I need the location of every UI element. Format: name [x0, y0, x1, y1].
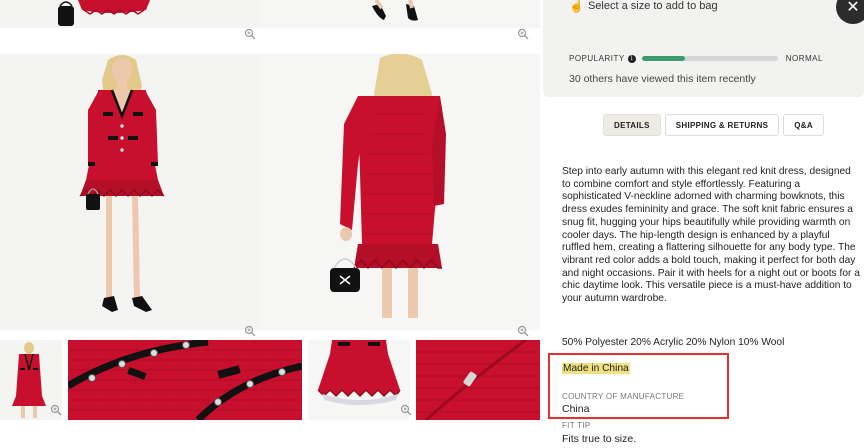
pointing-hand-icon: ☝: [569, 0, 584, 13]
fit-tip-value: Fits true to size.: [562, 433, 637, 445]
close-icon: ✕: [846, 0, 860, 16]
material-composition: 50% Polyester 20% Acrylic 20% Nylon 10% …: [562, 337, 785, 348]
zoom-icon[interactable]: [244, 28, 256, 40]
gallery-image-top-right[interactable]: [262, 0, 540, 28]
country-of-manufacture-label: COUNTRY OF MANUFACTURE: [562, 392, 685, 401]
tab-shipping-returns[interactable]: SHIPPING & RETURNS: [664, 114, 780, 136]
fit-tip-label: FIT TIP: [562, 421, 591, 430]
size-prompt: ☝ Select a size to add to bag: [569, 0, 718, 13]
info-icon[interactable]: i: [627, 54, 636, 63]
popularity-bar: [641, 56, 778, 61]
zoom-icon[interactable]: [517, 325, 529, 337]
zoom-icon[interactable]: [50, 404, 62, 416]
thumbnail-fabric-detail[interactable]: [68, 340, 302, 420]
size-prompt-text: Select a size to add to bag: [587, 0, 718, 12]
made-in-label: Made in China: [562, 363, 630, 374]
product-tabs: DETAILS SHIPPING & RETURNS Q&A: [603, 114, 824, 136]
recent-views-text: 30 others have viewed this item recently: [569, 73, 756, 85]
gallery-image-top-left[interactable]: [0, 0, 262, 28]
popularity-level: NORMAL: [785, 54, 823, 63]
popularity-meter: POPULARITY i NORMAL: [569, 54, 823, 63]
product-info-panel: ☝ Select a size to add to bag ✕ POPULARI…: [540, 0, 864, 448]
country-of-manufacture-value: China: [562, 403, 590, 415]
product-description: Step into early autumn with this elegant…: [562, 166, 860, 305]
add-to-bag-box: ☝ Select a size to add to bag ✕ POPULARI…: [543, 0, 864, 97]
zoom-icon[interactable]: [517, 28, 529, 40]
product-gallery: [0, 0, 540, 448]
gallery-image-front[interactable]: [0, 54, 262, 330]
tab-details[interactable]: DETAILS: [603, 114, 661, 136]
thumbnail-ruffle-hem[interactable]: [308, 340, 410, 420]
popularity-bar-fill: [641, 56, 686, 61]
thumbnail-zipper-detail[interactable]: [416, 340, 540, 420]
close-button[interactable]: ✕: [836, 0, 864, 24]
zoom-icon[interactable]: [244, 325, 256, 337]
popularity-label: POPULARITY: [569, 54, 625, 63]
zoom-icon[interactable]: [400, 404, 412, 416]
tab-qa[interactable]: Q&A: [783, 114, 824, 136]
gallery-image-back[interactable]: [262, 54, 540, 330]
